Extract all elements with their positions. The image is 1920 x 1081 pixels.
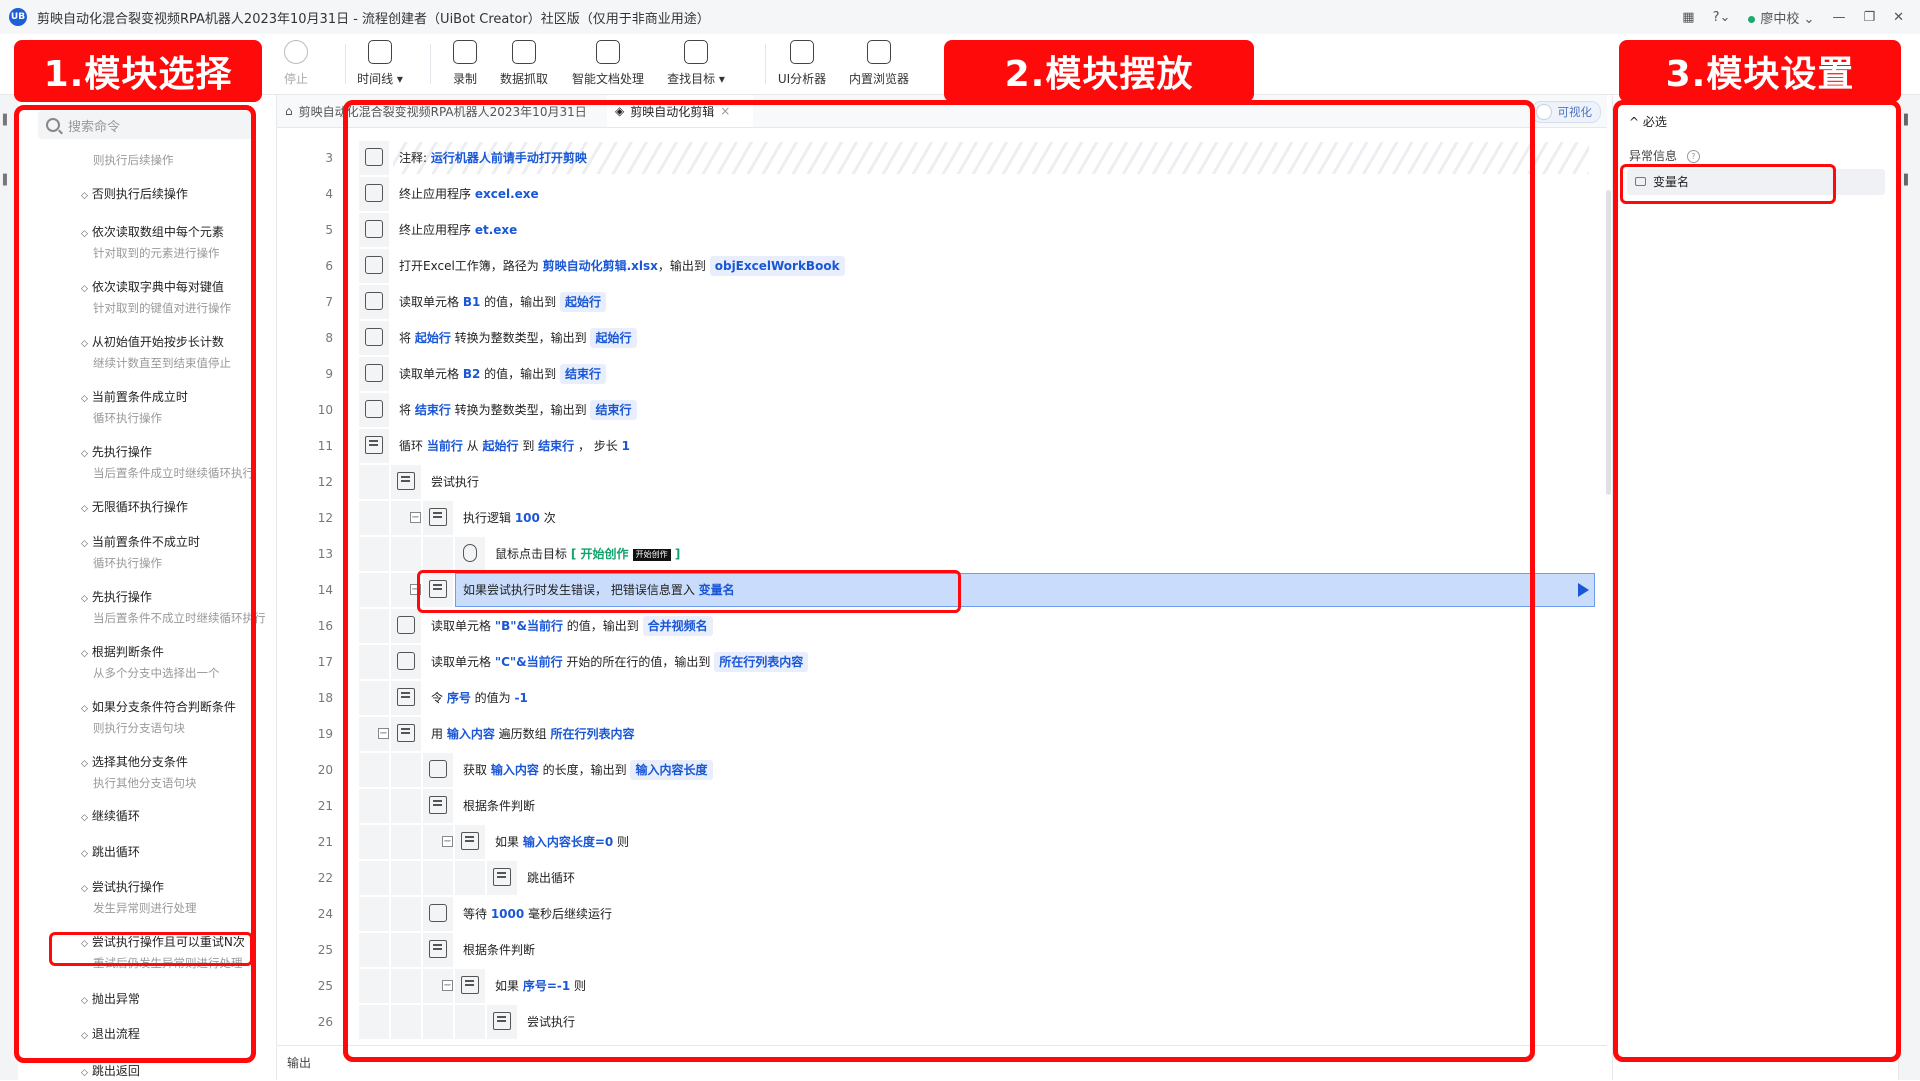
toolbar-label: 数据抓取 [499, 72, 548, 86]
toolbar-label: 查找目标 ▾ [667, 72, 725, 86]
line-number: 22 [317, 871, 333, 885]
app-logo: UB [9, 8, 27, 26]
annotation-box-module-settings [1613, 100, 1901, 1062]
title-bar: UB 剪映自动化混合裂变视频RPA机器人2023年10月31日 - 流程创建者（… [0, 0, 1920, 35]
line-number: 19 [317, 727, 333, 741]
right-side-tabs: ▌ ▌ [1898, 95, 1920, 1080]
window-title: 剪映自动化混合裂变视频RPA机器人2023年10月31日 - 流程创建者（UiB… [37, 11, 710, 27]
line-number: 9 [325, 367, 333, 381]
toolbar-label: 内置浏览器 [849, 72, 910, 86]
help-icon[interactable]: ?⌄ [1713, 10, 1731, 25]
toggle-label: 可视化 [1557, 105, 1593, 119]
line-number: 13 [317, 547, 333, 561]
toolbar-button-2[interactable]: 录制 [435, 40, 495, 87]
line-number: 25 [317, 979, 333, 993]
close-icon[interactable]: ✕ [1893, 10, 1904, 25]
play-icon[interactable] [1578, 583, 1589, 597]
minimize-icon[interactable]: — [1832, 10, 1845, 25]
line-number: 10 [317, 403, 333, 417]
line-number: 18 [317, 691, 333, 705]
record-icon [453, 40, 477, 64]
line-number: 6 [325, 259, 333, 273]
toolbar-label: 停止 [283, 72, 308, 86]
line-number: 20 [317, 763, 333, 777]
grid-icon[interactable]: ▦ [1682, 10, 1694, 25]
annotation-label-3: 3.模块设置 [1619, 40, 1901, 102]
restore-icon[interactable]: ❐ [1863, 10, 1875, 25]
stop-icon [284, 40, 308, 64]
annotation-box-module-select [14, 105, 256, 1063]
line-number: 25 [317, 943, 333, 957]
command-item[interactable]: 跳出返回 [81, 1062, 281, 1079]
side-tab-marker[interactable]: ▌ [1904, 175, 1916, 186]
line-number: 8 [325, 331, 333, 345]
toolbar-button-0[interactable]: 停止 [266, 40, 326, 87]
line-number: 5 [325, 223, 333, 237]
line-number: 12 [317, 475, 333, 489]
ui-analyzer-icon [790, 40, 814, 64]
line-number: 16 [317, 619, 333, 633]
toolbar-button-4[interactable]: 智能文档处理 [572, 40, 644, 87]
line-number: 17 [317, 655, 333, 669]
toolbar-button-6[interactable]: UI分析器 [772, 40, 832, 87]
command-name: 跳出返回 [81, 1062, 281, 1079]
toolbar-label: UI分析器 [777, 72, 827, 86]
clock-icon [368, 40, 392, 64]
data-grab-icon [512, 40, 536, 64]
line-number: 3 [325, 151, 333, 165]
browser-icon [867, 40, 891, 64]
toolbar-separator [765, 44, 766, 84]
line-number: 4 [325, 187, 333, 201]
ai-doc-icon [596, 40, 620, 64]
toolbar-button-1[interactable]: 时间线 ▾ [350, 40, 410, 87]
annotation-label-1: 1.模块选择 [14, 40, 262, 102]
flow-icon: ⌂ [285, 104, 293, 118]
annotation-box-retry-command [49, 932, 253, 966]
user-name: 廖中校 [1760, 11, 1800, 27]
visual-toggle[interactable]: 可视化 [1530, 101, 1601, 123]
find-target-icon [684, 40, 708, 64]
toolbar-label: 智能文档处理 [572, 72, 645, 86]
annotation-label-2: 2.模块摆放 [944, 40, 1254, 102]
line-number: 26 [317, 1015, 333, 1029]
line-number: 12 [317, 511, 333, 525]
toolbar-button-5[interactable]: 查找目标 ▾ [666, 40, 726, 87]
line-number: 11 [317, 439, 333, 453]
toggle-knob [1535, 104, 1552, 120]
line-number: 14 [317, 583, 333, 597]
toolbar-label: 录制 [452, 72, 477, 86]
annotation-box-variable-field [1620, 164, 1836, 204]
toolbar-button-7[interactable]: 内置浏览器 [849, 40, 909, 87]
side-tab-marker[interactable]: ▌ [1904, 115, 1916, 126]
line-number: 21 [317, 835, 333, 849]
output-label: 输出 [287, 1056, 312, 1070]
editor-scrollbar[interactable] [1606, 190, 1611, 495]
toolbar-label: 时间线 ▾ [357, 72, 403, 86]
user-menu[interactable]: 廖中校 ⌄ [1748, 8, 1814, 27]
online-status-icon [1748, 15, 1756, 23]
line-number: 21 [317, 799, 333, 813]
line-number: 7 [325, 295, 333, 309]
line-number: 24 [317, 907, 333, 921]
toolbar-button-3[interactable]: 数据抓取 [494, 40, 554, 87]
title-controls: ▦ ?⌄ 廖中校 ⌄ — ❐ ✕ [1682, 0, 1920, 34]
toolbar-separator [345, 44, 346, 84]
annotation-box-error-row [417, 570, 961, 613]
toolbar-separator [430, 44, 431, 84]
